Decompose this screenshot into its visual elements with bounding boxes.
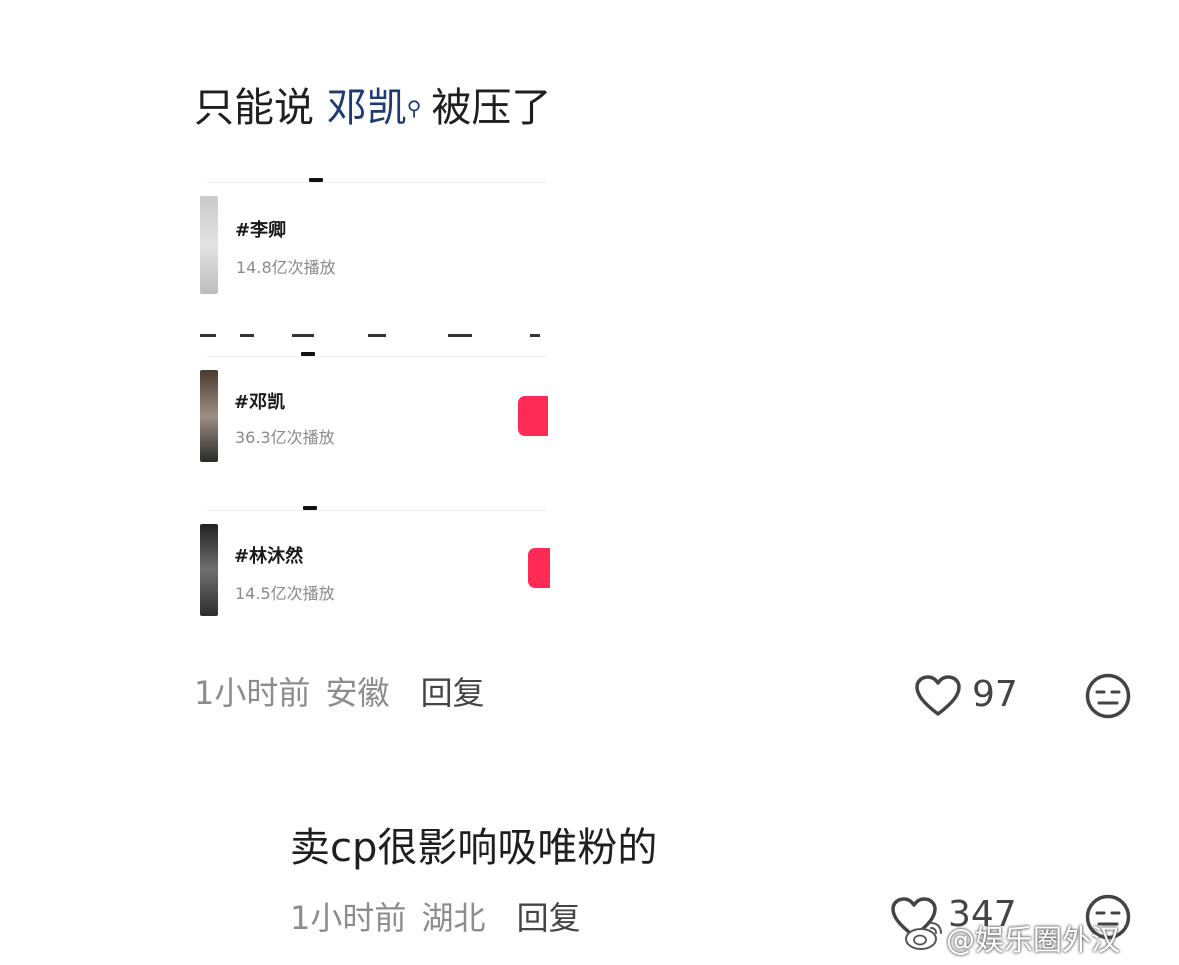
comment-time: 1小时前	[290, 899, 407, 937]
topic-thumbnail	[200, 196, 218, 294]
topic-row[interactable]: #邓凯 36.3亿次播放	[195, 370, 550, 462]
divider	[207, 510, 547, 511]
comment-2-meta: 1小时前 湖北 回复	[290, 893, 581, 939]
topic-thumbnail	[200, 370, 218, 462]
topic-row[interactable]: #李卿 14.8亿次播放	[195, 196, 550, 294]
topic-title: #林沐然	[234, 546, 304, 567]
comment-1-meta: 1小时前 安徽 回复	[194, 668, 485, 718]
topic-play-count: 14.8亿次播放	[236, 258, 336, 277]
follow-button[interactable]	[518, 396, 548, 436]
topic-row[interactable]: #林沐然 14.5亿次播放	[195, 524, 550, 616]
topic-title: #李卿	[235, 220, 287, 241]
topic-play-count: 36.3亿次播放	[235, 428, 335, 447]
comment-time: 1小时前	[194, 674, 311, 712]
reply-button[interactable]: 回复	[517, 899, 581, 937]
watermark-text: @娱乐圈外汉	[946, 923, 1121, 957]
like-count: 97	[972, 674, 1018, 715]
weibo-logo-icon	[904, 918, 944, 952]
heart-icon[interactable]	[914, 674, 962, 718]
divider	[207, 182, 547, 183]
follow-button[interactable]	[528, 548, 550, 588]
topic-ranking-image: #李卿 14.8亿次播放 #邓凯 36.3亿次播放 #林沐然 14.5亿次播放	[195, 170, 550, 625]
divider	[207, 356, 547, 357]
comment-location: 安徽	[325, 674, 390, 712]
reply-button[interactable]: 回复	[421, 674, 485, 712]
comment-2-text: 卖cp很影响吸唯粉的	[290, 825, 658, 871]
topic-title: #邓凯	[234, 392, 286, 413]
dislike-face-icon[interactable]	[1084, 672, 1132, 720]
cropped-row-edge	[200, 334, 550, 340]
comment-1-text-start: 只能说	[194, 85, 327, 131]
comment-1-text: 只能说 邓凯⚲ 被压了	[194, 82, 551, 134]
comment-1-text-end: 被压了	[431, 85, 552, 131]
topic-thumbnail	[200, 524, 218, 616]
search-icon[interactable]: ⚲	[407, 96, 422, 120]
topic-play-count: 14.5亿次播放	[235, 584, 335, 603]
comment-location: 湖北	[421, 899, 486, 937]
mention-link[interactable]: 邓凯	[327, 85, 407, 131]
